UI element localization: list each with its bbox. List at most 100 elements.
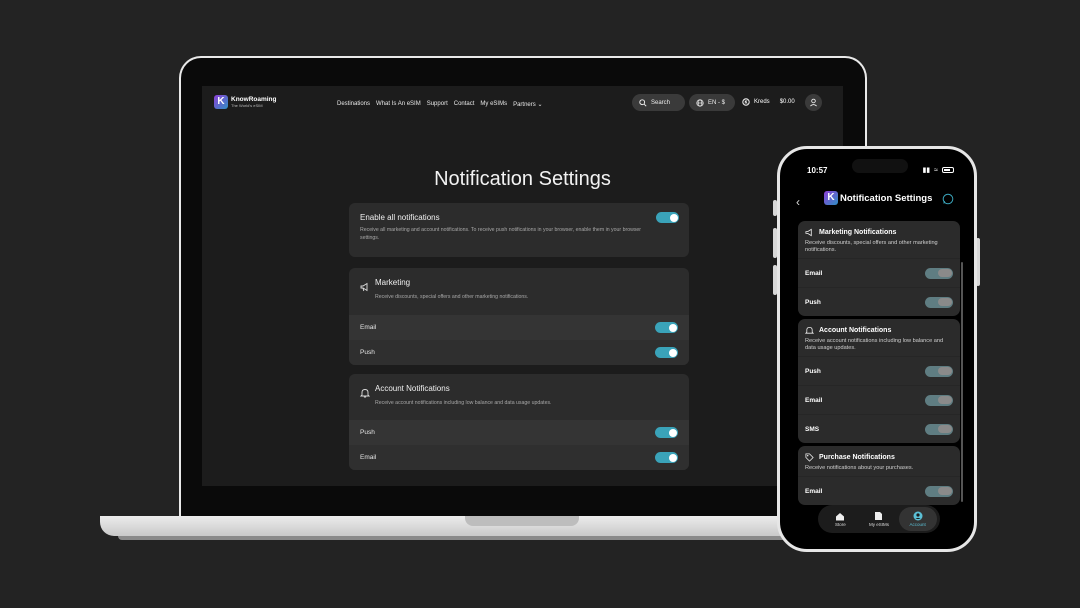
sim-card-icon	[875, 512, 883, 520]
enable-all-card: Enable all notifications Receive all mar…	[349, 203, 689, 257]
brand-name: KnowRoaming	[231, 96, 277, 103]
nav-what-is-esim[interactable]: What Is An eSIM	[376, 101, 421, 108]
phone-marketing-push-row: Push	[798, 287, 960, 316]
megaphone-icon	[805, 228, 812, 237]
marketing-email-row: Email	[349, 315, 689, 340]
signal-icon: ▮▮	[922, 167, 931, 174]
tab-my-esims-label: My eSIMs	[868, 522, 889, 527]
account-desc: Receive account notifications including …	[375, 400, 552, 406]
phone-marketing-email-label: Email	[805, 269, 823, 277]
phone-marketing-card: Marketing Notifications Receive discount…	[798, 221, 960, 316]
phone-page-title: Notification Settings	[840, 193, 933, 204]
account-title: Account Notifications	[375, 384, 450, 393]
bell-icon	[805, 326, 814, 334]
search-icon	[639, 98, 647, 107]
tab-my-esims[interactable]: My eSIMs	[860, 507, 898, 531]
account-push-label: Push	[360, 429, 375, 436]
phone-header: ‹ K Notification Settings	[780, 189, 974, 209]
user-account-button[interactable]	[805, 94, 822, 111]
phone-account-push-toggle[interactable]	[925, 365, 953, 377]
nav-contact[interactable]: Contact	[454, 101, 475, 108]
phone-account-sms-row: SMS	[798, 414, 960, 443]
chevron-down-icon: ⌄	[537, 102, 543, 108]
bell-icon	[360, 389, 370, 398]
phone-purchase-title: Purchase Notifications	[819, 454, 895, 461]
tab-account-label: Account	[909, 522, 926, 527]
marketing-card: Marketing Receive discounts, special off…	[349, 268, 689, 365]
enable-all-title: Enable all notifications	[360, 213, 440, 222]
marketing-push-toggle[interactable]	[655, 347, 678, 358]
kreds-label: Kreds	[754, 99, 770, 105]
phone-account-desc: Receive account notifications including …	[805, 338, 944, 351]
brand-logo[interactable]: K KnowRoaming The World's eSIM	[214, 95, 277, 109]
account-icon	[913, 511, 923, 521]
phone-account-sms-toggle[interactable]	[925, 423, 953, 435]
account-email-toggle[interactable]	[655, 452, 678, 463]
phone-marketing-email-row: Email	[798, 258, 960, 287]
k-logo-icon: K	[214, 95, 228, 109]
phone-account-email-toggle[interactable]	[925, 394, 953, 406]
status-icons: ▮▮ ≈	[922, 166, 954, 174]
enable-all-toggle[interactable]	[656, 212, 679, 223]
megaphone-icon	[360, 282, 368, 292]
phone-account-push-row: Push	[798, 356, 960, 385]
language-label: EN - $	[708, 99, 726, 106]
phone-scrollbar[interactable]	[961, 262, 963, 502]
marketing-desc: Receive discounts, special offers and ot…	[375, 294, 529, 300]
nav-destinations[interactable]: Destinations	[337, 101, 370, 108]
laptop-notch	[465, 516, 579, 526]
marketing-email-toggle[interactable]	[655, 322, 678, 333]
account-push-row: Push	[349, 420, 689, 445]
phone-purchase-email-row: Email	[798, 476, 960, 505]
tab-store[interactable]: Store	[821, 507, 859, 531]
nav-partners[interactable]: Partners ⌄	[513, 101, 542, 108]
account-push-toggle[interactable]	[655, 427, 678, 438]
phone-account-card: Account Notifications Receive account no…	[798, 319, 960, 443]
tab-account[interactable]: Account	[898, 507, 937, 531]
nav-my-esims[interactable]: My eSIMs	[480, 101, 507, 108]
nav-support[interactable]: Support	[427, 101, 448, 108]
phone-marketing-push-label: Push	[805, 298, 821, 306]
phone-frame: 10:57 ▮▮ ≈ ‹ K Notification Settings Mar…	[777, 146, 977, 552]
home-icon	[836, 512, 845, 520]
phone-marketing-push-toggle[interactable]	[925, 296, 953, 308]
phone-purchase-email-label: Email	[805, 487, 823, 495]
phone-purchase-card: Purchase Notifications Receive notificat…	[798, 446, 960, 505]
phone-purchase-email-toggle[interactable]	[925, 485, 953, 497]
back-chevron-icon[interactable]: ‹	[796, 195, 800, 209]
kreds-balance[interactable]: Kreds $0.00	[742, 98, 795, 106]
user-icon	[810, 98, 817, 107]
enable-all-desc: Receive all marketing and account notifi…	[360, 227, 642, 241]
search-button[interactable]: Search	[632, 94, 685, 111]
marketing-push-label: Push	[360, 349, 375, 356]
whatsapp-icon[interactable]	[942, 193, 954, 205]
main-nav: Destinations What Is An eSIM Support Con…	[337, 101, 542, 108]
k-logo-icon: K	[824, 191, 838, 205]
phone-account-email-label: Email	[805, 396, 823, 404]
phone-account-push-label: Push	[805, 367, 821, 375]
wifi-icon: ≈	[934, 166, 938, 174]
tag-icon	[805, 453, 814, 462]
dynamic-island	[852, 159, 908, 173]
language-selector[interactable]: EN - $	[689, 94, 735, 111]
kreds-icon	[742, 98, 750, 106]
account-email-label: Email	[360, 454, 377, 461]
marketing-email-label: Email	[360, 324, 377, 331]
status-time: 10:57	[807, 166, 828, 175]
phone-account-sms-label: SMS	[805, 425, 820, 433]
phone-marketing-title: Marketing Notifications	[819, 229, 897, 236]
laptop-screen: K KnowRoaming The World's eSIM Destinati…	[202, 86, 843, 486]
phone-marketing-email-toggle[interactable]	[925, 267, 953, 279]
tab-store-label: Store	[834, 521, 846, 527]
battery-icon	[942, 167, 954, 173]
search-label: Search	[651, 99, 671, 106]
phone-purchase-desc: Receive notifications about your purchas…	[805, 465, 914, 471]
phone-marketing-desc: Receive discounts, special offers and ot…	[805, 240, 938, 253]
account-email-row: Email	[349, 445, 689, 470]
kreds-amount: $0.00	[779, 99, 795, 105]
brand-tagline: The World's eSIM	[231, 103, 263, 108]
account-card: Account Notifications Receive account no…	[349, 374, 689, 470]
marketing-push-row: Push	[349, 340, 689, 365]
phone-tab-bar: Store My eSIMs Account	[818, 505, 940, 533]
phone-account-title: Account Notifications	[819, 327, 892, 334]
